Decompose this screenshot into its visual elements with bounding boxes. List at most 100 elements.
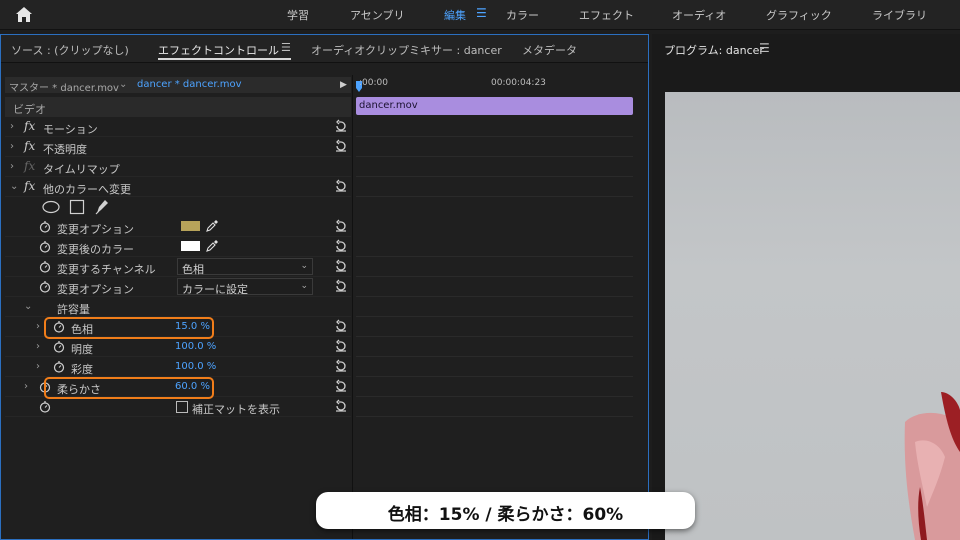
workspace-tab-audio[interactable]: オーディオ xyxy=(672,7,726,23)
workspace-menu-icon[interactable]: ☰ xyxy=(476,6,487,20)
tab-menu-icon[interactable]: ☰ xyxy=(281,41,291,54)
param-row-saturation[interactable]: › 彩度 100.0 % xyxy=(5,357,351,377)
dancer-figure xyxy=(904,392,960,540)
home-icon[interactable] xyxy=(14,5,34,25)
collapse-chevron-icon[interactable]: ⌄ xyxy=(24,301,32,312)
lightness-value[interactable]: 100.0 % xyxy=(175,341,216,352)
program-monitor-title[interactable]: プログラム: dancer xyxy=(664,42,764,58)
tab-effect-controls[interactable]: エフェクトコントロール xyxy=(158,42,279,58)
collapse-chevron-icon[interactable]: ⌄ xyxy=(10,181,18,192)
caption-text: 色相：15% / 柔らかさ：60% xyxy=(387,505,624,525)
param-row-tolerance[interactable]: ⌄ 許容量 xyxy=(5,297,351,317)
workspace-tab-assembly[interactable]: アセンブリ xyxy=(350,7,404,23)
expand-chevron-icon[interactable]: › xyxy=(24,381,28,392)
timeline-gridline xyxy=(356,276,633,277)
effect-row-motion[interactable]: › fx モーション xyxy=(5,117,351,137)
channel-dropdown[interactable]: 色相 ⌄ xyxy=(177,258,313,276)
effect-row-opacity[interactable]: › fx 不透明度 xyxy=(5,137,351,157)
video-frame[interactable] xyxy=(665,92,960,540)
expand-chevron-icon[interactable]: › xyxy=(10,141,14,152)
param-label: 明度 xyxy=(71,343,93,356)
workspace-tab-effects[interactable]: エフェクト xyxy=(579,7,634,23)
reset-icon[interactable] xyxy=(334,359,348,373)
clip-name: dancer.mov xyxy=(359,100,418,111)
timeline-gridline xyxy=(356,416,633,417)
monitor-menu-icon[interactable]: ☰ xyxy=(759,41,770,55)
reset-icon[interactable] xyxy=(334,139,348,153)
timecode-end: 00:00:04:23 xyxy=(491,78,546,88)
stopwatch-icon[interactable] xyxy=(53,340,65,353)
eyedropper-icon[interactable] xyxy=(205,219,219,233)
expand-chevron-icon[interactable]: › xyxy=(36,321,40,332)
mini-timeline-ruler[interactable]: :00:00 00:00:04:23 xyxy=(355,77,633,93)
workspace-tab-graphics[interactable]: グラフィック xyxy=(766,7,832,23)
expand-chevron-icon[interactable]: › xyxy=(36,341,40,352)
expand-chevron-icon[interactable]: › xyxy=(36,361,40,372)
effect-row-time-remap[interactable]: › fx タイムリマップ xyxy=(5,157,351,177)
stopwatch-icon[interactable] xyxy=(39,220,51,233)
effect-row-change-to-color[interactable]: ⌄ fx 他のカラーへ変更 xyxy=(5,177,351,197)
source-clip[interactable]: dancer * dancer.mov xyxy=(137,79,242,90)
param-label: 変更するチャンネル xyxy=(57,263,156,276)
effect-controls-panel: ソース : (クリップなし) エフェクトコントロール ☰ オーディオクリップミキ… xyxy=(0,34,649,540)
fx-icon[interactable]: fx xyxy=(24,119,35,133)
stopwatch-icon[interactable] xyxy=(39,260,51,273)
source-chevron-icon[interactable]: ⌄ xyxy=(119,79,127,90)
workspace-tab-edit[interactable]: 編集 xyxy=(444,7,466,23)
param-row-from[interactable]: 変更オプション xyxy=(5,217,351,237)
param-label: 変更後のカラー xyxy=(57,243,134,256)
effect-name: 他のカラーへ変更 xyxy=(43,183,131,196)
timeline-gridline xyxy=(356,156,633,157)
eyedropper-icon[interactable] xyxy=(205,239,219,253)
reset-icon[interactable] xyxy=(334,239,348,253)
matte-checkbox[interactable] xyxy=(176,401,188,413)
reset-icon[interactable] xyxy=(334,399,348,413)
reset-icon[interactable] xyxy=(334,279,348,293)
fx-icon: fx xyxy=(24,159,36,173)
ellipse-mask-icon[interactable] xyxy=(41,200,61,214)
fx-icon[interactable]: fx xyxy=(24,139,35,153)
softness-highlight-box xyxy=(44,377,214,399)
play-icon[interactable]: ▶ xyxy=(340,80,347,90)
pen-mask-icon[interactable] xyxy=(94,198,110,215)
workspace-tab-color[interactable]: カラー xyxy=(506,7,539,23)
timeline-gridline xyxy=(356,196,633,197)
reset-icon[interactable] xyxy=(334,259,348,273)
caption-banner: 色相：15% / 柔らかさ：60% xyxy=(316,492,695,529)
param-row-channel[interactable]: 変更するチャンネル 色相 ⌄ xyxy=(5,257,351,277)
stopwatch-icon[interactable] xyxy=(39,280,51,293)
dropdown-arrow-icon: ⌄ xyxy=(300,281,308,291)
tab-audio-clip-mixer[interactable]: オーディオクリップミキサー : dancer xyxy=(311,42,502,58)
to-color-swatch[interactable] xyxy=(181,241,200,251)
param-row-lightness[interactable]: › 明度 100.0 % xyxy=(5,337,351,357)
param-row-to[interactable]: 変更後のカラー xyxy=(5,237,351,257)
reset-icon[interactable] xyxy=(334,119,348,133)
change-dropdown[interactable]: カラーに設定 ⌄ xyxy=(177,278,313,296)
reset-icon[interactable] xyxy=(334,179,348,193)
timeline-gridline xyxy=(356,176,633,177)
rectangle-mask-icon[interactable] xyxy=(69,199,85,215)
workspace-tab-libraries[interactable]: ライブラリ xyxy=(872,7,927,23)
dropdown-arrow-icon: ⌄ xyxy=(300,261,308,271)
stopwatch-icon[interactable] xyxy=(39,240,51,253)
param-row-change[interactable]: 変更オプション カラーに設定 ⌄ xyxy=(5,277,351,297)
timeline-clip[interactable]: dancer.mov xyxy=(356,97,633,115)
source-master[interactable]: マスター * dancer.mov xyxy=(9,79,119,94)
tab-metadata[interactable]: メタデータ xyxy=(522,42,577,58)
expand-chevron-icon[interactable]: › xyxy=(10,161,14,172)
tab-source[interactable]: ソース : (クリップなし) xyxy=(11,42,129,58)
workspace-tab-learn[interactable]: 学習 xyxy=(287,7,309,23)
from-color-swatch[interactable] xyxy=(181,221,200,231)
fx-icon[interactable]: fx xyxy=(24,179,35,193)
saturation-value[interactable]: 100.0 % xyxy=(175,361,216,372)
reset-icon[interactable] xyxy=(334,379,348,393)
param-row-matte[interactable]: 補正マットを表示 xyxy=(5,397,351,417)
effect-name: 不透明度 xyxy=(43,143,87,156)
stopwatch-icon[interactable] xyxy=(53,360,65,373)
reset-icon[interactable] xyxy=(334,319,348,333)
stopwatch-icon[interactable] xyxy=(39,400,51,413)
expand-chevron-icon[interactable]: › xyxy=(10,121,14,132)
reset-icon[interactable] xyxy=(334,339,348,353)
param-label: 変更オプション xyxy=(57,283,134,296)
reset-icon[interactable] xyxy=(334,219,348,233)
